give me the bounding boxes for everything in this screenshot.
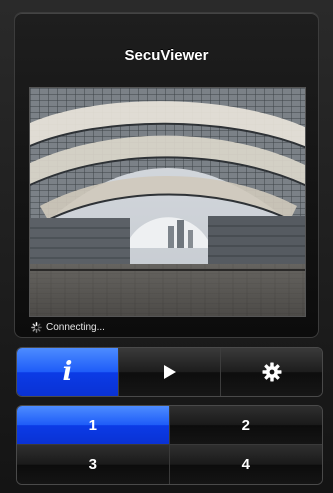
camera-feed[interactable] bbox=[29, 87, 306, 317]
loading-spinner-icon bbox=[31, 321, 42, 333]
channel-1-button[interactable]: 1 bbox=[17, 406, 170, 445]
status-text: Connecting... bbox=[46, 321, 105, 333]
viewer-panel: SecuViewer Connecting... bbox=[14, 12, 319, 338]
camera-image bbox=[30, 88, 305, 316]
settings-button[interactable] bbox=[221, 348, 322, 396]
gear-icon bbox=[262, 362, 281, 382]
app-screen: SecuViewer Connecting... i 1 2 3 4 bbox=[0, 0, 333, 493]
connection-status: Connecting... bbox=[31, 319, 105, 335]
channel-selector: 1 2 3 4 bbox=[16, 405, 323, 485]
play-button[interactable] bbox=[119, 348, 221, 396]
info-button[interactable]: i bbox=[17, 348, 119, 396]
channel-3-button[interactable]: 3 bbox=[17, 445, 170, 484]
channel-2-button[interactable]: 2 bbox=[169, 406, 322, 445]
action-toolbar: i bbox=[16, 347, 323, 397]
play-icon bbox=[163, 365, 176, 379]
app-title: SecuViewer bbox=[124, 47, 209, 64]
info-icon: i bbox=[62, 357, 73, 387]
channel-4-button[interactable]: 4 bbox=[169, 445, 322, 484]
